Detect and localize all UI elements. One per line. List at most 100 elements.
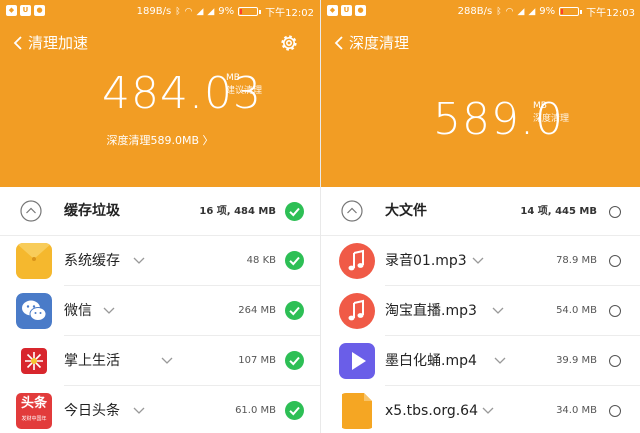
junk-list: 缓存垃圾 16 项, 484 MB 系统缓存 48 KB 微信 264 MB 掌… [0,187,320,433]
chat-notification-icon: ● [34,5,45,16]
chat-notification-icon: ● [355,5,366,16]
wifi-icon: ◠ [505,6,514,17]
item-value: 61.0 MB [235,405,276,416]
amount-unit-box: MB 建议清理 [226,72,262,98]
status-bar: ◆ U ● 288B/s ᛒ ◠ ◢ ◢ 9% 下午12:03 [321,0,640,22]
amount-unit: MB [533,101,547,111]
page-title: 深度清理 [349,34,410,52]
collapse-icon[interactable] [20,200,42,222]
check-icon[interactable] [285,202,304,221]
signal-icon: ◢ [517,6,525,17]
item-value: 78.9 MB [556,255,597,266]
app-notification-icon: ◆ [327,5,338,16]
amount-unit: MB [226,73,240,83]
amount-caption: 建议清理 [226,86,263,96]
list-item[interactable]: 淘宝直播.mp3 54.0 MB [321,286,640,336]
item-value: 54.0 MB [556,305,597,316]
check-icon[interactable] [285,351,304,370]
item-label: 微信 [64,303,92,319]
wifi-icon: ◠ [184,6,193,17]
battery-icon [559,7,580,16]
deep-clean-link-label: 深度清理589.0MB [106,134,200,147]
app-notification-icon: ◆ [6,5,17,16]
music-file-icon [339,293,375,329]
bluetooth-icon: ᛒ [496,6,502,17]
section-large-files[interactable]: 大文件 14 项, 445 MB [321,187,640,236]
toutiao-icon-subtext: 发财中国年 [21,416,47,422]
battery-percent: 9% [218,6,235,17]
chevron-down-icon[interactable] [132,405,146,415]
chevron-down-icon[interactable] [102,305,116,315]
item-label: 录音01.mp3 [385,253,467,269]
check-icon[interactable] [285,251,304,270]
status-right: 189B/s ᛒ ◠ ◢ ◢ 9% 下午12:02 [137,4,314,19]
deep-clean-screen: ◆ U ● 288B/s ᛒ ◠ ◢ ◢ 9% 下午12:03 深度清理 589… [320,0,640,433]
radio-icon[interactable] [609,405,621,417]
zhangshangshenghuo-icon [16,343,52,379]
clock: 下午12:02 [265,8,314,19]
section-label: 缓存垃圾 [64,203,120,219]
clock: 下午12:03 [586,8,635,19]
signal-icon: ◢ [196,6,204,17]
check-icon[interactable] [285,401,304,420]
battery-cap [259,9,262,14]
list-item[interactable]: 墨白化蛹.mp4 39.9 MB [321,336,640,386]
chevron-down-icon[interactable] [481,405,495,415]
amount-caption: 深度清理 [533,114,570,124]
chevron-down-icon[interactable] [493,355,507,365]
chevron-down-icon[interactable] [160,355,174,365]
nav-bar: 深度清理 [321,24,640,62]
status-right: 288B/s ᛒ ◠ ◢ ◢ 9% 下午12:03 [458,4,635,19]
chevron-down-icon[interactable] [132,255,146,265]
battery-percent: 9% [539,6,556,17]
check-icon[interactable] [285,301,304,320]
section-label: 大文件 [385,203,427,219]
radio-icon[interactable] [609,305,621,317]
cleanup-screen: ◆ U ● 189B/s ᛒ ◠ ◢ ◢ 9% 下午12:02 清理加速 484… [0,0,320,433]
chevron-right-icon: 〉 [202,134,214,147]
status-bar: ◆ U ● 189B/s ᛒ ◠ ◢ ◢ 9% 下午12:02 [0,0,320,22]
signal-2-icon: ◢ [207,6,215,17]
bluetooth-icon: ᛒ [175,6,181,17]
list-item[interactable]: 掌上生活 107 MB [0,336,320,386]
radio-icon[interactable] [609,255,621,267]
folder-icon [16,243,52,279]
deep-clean-link[interactable]: 深度清理589.0MB 〉 [0,132,320,148]
wechat-icon [16,293,52,329]
chevron-down-icon[interactable] [471,255,485,265]
radio-icon[interactable] [609,355,621,367]
item-value: 107 MB [238,355,276,366]
battery-cap [580,9,583,14]
collapse-icon[interactable] [341,200,363,222]
item-label: 淘宝直播.mp3 [385,303,477,319]
item-label: 墨白化蛹.mp4 [385,353,477,369]
item-label: 今日头条 [64,403,120,419]
section-value: 14 项, 445 MB [520,206,597,217]
music-file-icon [339,243,375,279]
item-value: 48 KB [246,255,276,266]
list-item[interactable]: x5.tbs.org.64 34.0 MB [321,386,640,433]
radio-icon[interactable] [609,206,621,218]
item-value: 264 MB [238,305,276,316]
toutiao-icon-text: 头条 [20,396,47,411]
section-cache-junk[interactable]: 缓存垃圾 16 项, 484 MB [0,187,320,236]
notification-icons: ◆ U ● [327,5,366,16]
chevron-down-icon[interactable] [491,305,505,315]
item-label: 掌上生活 [64,353,120,369]
back-icon[interactable] [10,33,28,53]
list-item[interactable]: 系统缓存 48 KB [0,236,320,286]
list-item[interactable]: 头条 发财中国年 今日头条 61.0 MB [0,386,320,433]
page-title: 清理加速 [28,34,89,52]
nav-bar: 清理加速 [0,24,320,62]
shield-notification-icon: U [20,5,31,16]
network-speed: 288B/s [457,6,493,17]
video-file-icon [339,343,375,379]
list-item[interactable]: 微信 264 MB [0,286,320,336]
gear-icon[interactable] [278,32,300,54]
list-item[interactable]: 录音01.mp3 78.9 MB [321,236,640,286]
back-icon[interactable] [331,33,349,53]
section-value: 16 项, 484 MB [199,206,276,217]
amount-unit-box: MB 深度清理 [533,100,569,126]
item-value: 34.0 MB [556,405,597,416]
toutiao-icon: 头条 发财中国年 [16,393,52,429]
